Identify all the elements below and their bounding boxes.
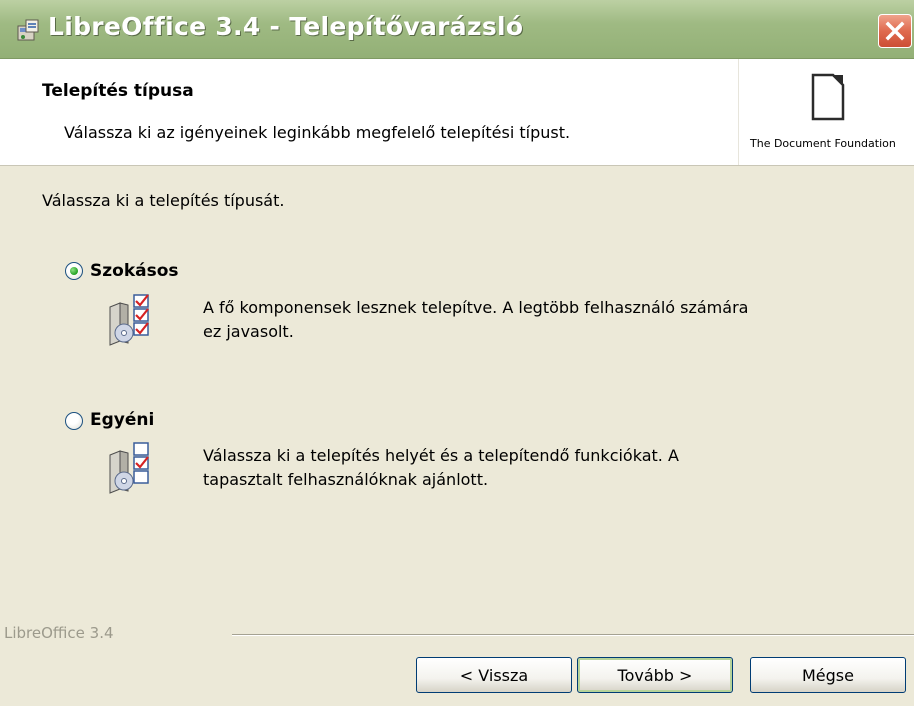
- option-custom-line2: tapasztalt felhasználóknak ajánlott.: [203, 470, 489, 489]
- radio-custom[interactable]: [65, 412, 83, 430]
- document-icon: [811, 73, 845, 121]
- close-icon: [885, 21, 905, 41]
- option-custom-description: Válassza ki a telepítés helyét és a tele…: [203, 444, 843, 492]
- cancel-button[interactable]: Mégse: [750, 657, 906, 693]
- window-title: LibreOffice 3.4 - Telepítővarázsló: [48, 12, 524, 41]
- option-typical-line1: A fő komponensek lesznek telepítve. A le…: [203, 298, 749, 317]
- brand-label: LibreOffice 3.4: [4, 624, 114, 642]
- option-custom-line1: Válassza ki a telepítés helyét és a tele…: [203, 446, 679, 465]
- install-type-prompt: Válassza ki a telepítés típusát.: [42, 191, 285, 210]
- back-button[interactable]: < Vissza: [416, 657, 572, 693]
- foundation-logo: The Document Foundation: [738, 59, 914, 165]
- logo-text: The Document Foundation: [750, 137, 896, 150]
- option-typical-label[interactable]: Szokásos: [90, 261, 179, 281]
- next-button[interactable]: Tovább >: [577, 657, 733, 693]
- footer-separator: [232, 634, 914, 636]
- option-custom-label[interactable]: Egyéni: [90, 410, 154, 430]
- radio-typical[interactable]: [65, 262, 83, 280]
- installer-icon: [16, 18, 42, 42]
- page-title: Telepítés típusa: [42, 81, 194, 101]
- wizard-header: Telepítés típusa Válassza ki az igényein…: [0, 59, 914, 166]
- title-bar[interactable]: LibreOffice 3.4 - Telepítővarázsló: [0, 0, 914, 59]
- typical-setup-icon: [106, 291, 162, 347]
- custom-setup-icon: [106, 439, 162, 495]
- option-typical-description: A fő komponensek lesznek telepítve. A le…: [203, 296, 843, 344]
- page-subtitle: Válassza ki az igényeinek leginkább megf…: [64, 123, 571, 142]
- radio-selected-dot: [70, 267, 78, 275]
- option-typical-line2: ez javasolt.: [203, 322, 294, 341]
- close-button[interactable]: [878, 14, 912, 48]
